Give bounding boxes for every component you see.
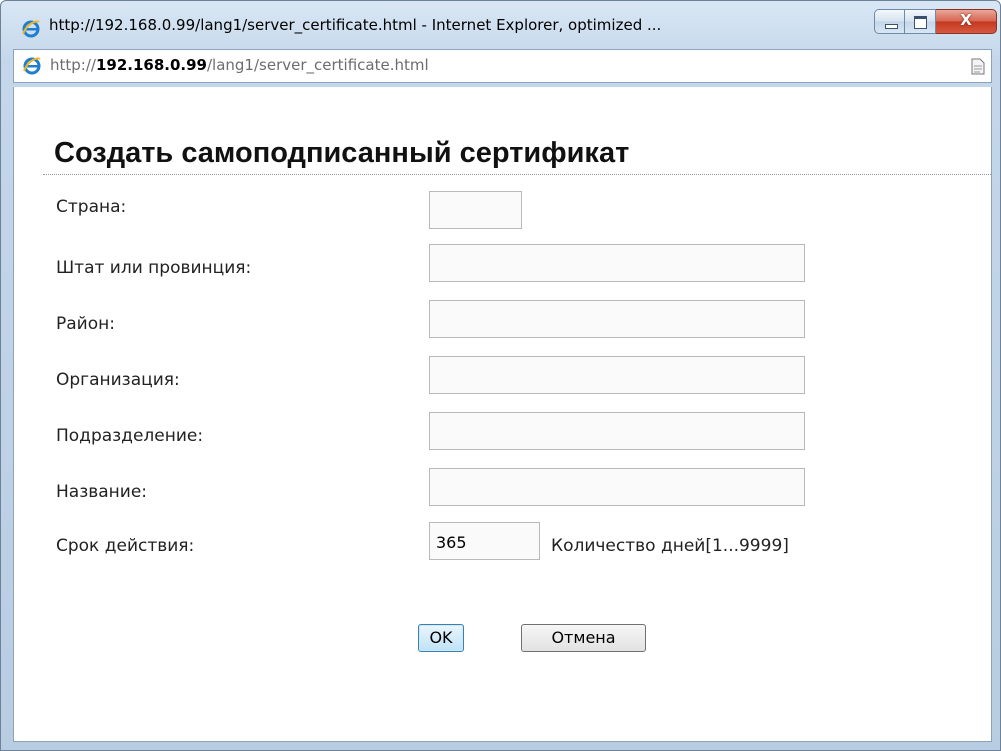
country-input[interactable] [429, 191, 522, 229]
form-row-validity: Срок действия: Количество дней[1...9999] [14, 522, 991, 562]
form-row-locality: Район: [14, 300, 991, 340]
validity-label: Срок действия: [56, 536, 195, 556]
url-prefix: http:// [50, 56, 96, 74]
state-input[interactable] [429, 244, 805, 282]
validity-input[interactable] [429, 522, 540, 560]
page-content: Создать самоподписанный сертификат Стран… [13, 87, 992, 742]
title-divider [43, 174, 991, 175]
browser-window: http://192.168.0.99/lang1/server_certifi… [0, 0, 1001, 751]
locality-input[interactable] [429, 300, 805, 338]
minimize-button[interactable] [874, 9, 905, 34]
page-icon[interactable] [971, 58, 985, 75]
url-path: /lang1/server_certificate.html [206, 56, 429, 74]
form-row-name: Название: [14, 468, 991, 508]
close-button[interactable]: X [936, 9, 997, 34]
locality-label: Район: [56, 314, 115, 334]
window-controls: X [874, 9, 997, 35]
minimize-icon [885, 24, 898, 29]
window-title: http://192.168.0.99/lang1/server_certifi… [49, 16, 662, 34]
organization-label: Организация: [56, 370, 180, 390]
maximize-button[interactable] [905, 9, 936, 34]
unit-input[interactable] [429, 412, 805, 450]
internet-explorer-icon [23, 57, 41, 75]
state-label: Штат или провинция: [56, 258, 252, 278]
maximize-icon [914, 16, 927, 29]
close-icon: X [960, 11, 972, 29]
cancel-button[interactable]: Отмена [521, 624, 646, 652]
internet-explorer-icon [22, 20, 40, 38]
unit-label: Подразделение: [56, 426, 204, 446]
address-bar[interactable]: http://192.168.0.99/lang1/server_certifi… [13, 49, 992, 83]
form-row-state: Штат или провинция: [14, 244, 991, 284]
url-text: http://192.168.0.99/lang1/server_certifi… [50, 56, 429, 74]
name-input[interactable] [429, 468, 805, 506]
form-row-organization: Организация: [14, 356, 991, 396]
form-row-country: Страна: [14, 191, 991, 231]
country-label: Страна: [56, 197, 127, 217]
url-host: 192.168.0.99 [95, 56, 207, 74]
ok-button[interactable]: OK [418, 624, 464, 652]
title-bar[interactable]: http://192.168.0.99/lang1/server_certifi… [1, 1, 1000, 47]
page-title: Создать самоподписанный сертификат [54, 137, 630, 169]
form-row-unit: Подразделение: [14, 412, 991, 452]
organization-input[interactable] [429, 356, 805, 394]
name-label: Название: [56, 482, 148, 502]
validity-hint: Количество дней[1...9999] [551, 536, 789, 556]
